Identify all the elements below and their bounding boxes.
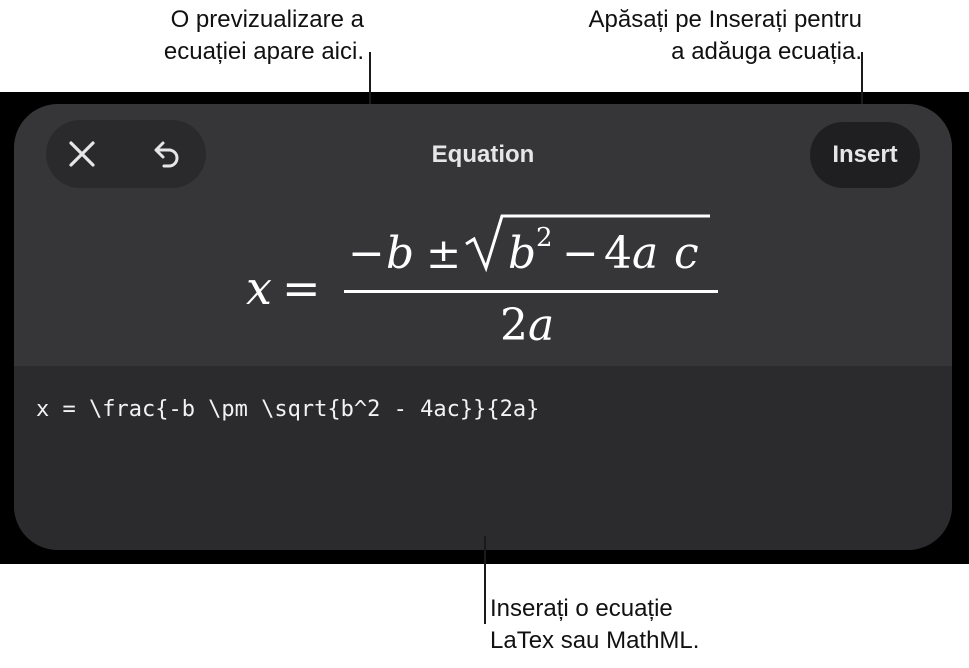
preview-num-c: c [674,228,699,279]
preview-fraction-bar [344,290,718,293]
equation-dialog: Equation Insert x = − b ± b 2 − 4 a c 2 … [14,104,952,550]
latex-input[interactable]: x = \frac{-b \pm \sqrt{b^2 - 4ac}}{2a} [36,394,539,426]
preview-den-coef: 2 [500,300,528,351]
preview-num-b: b [386,228,414,279]
preview-num-pm: ± [426,229,461,278]
callout-preview-line-1: O previzualizare a [170,6,364,33]
preview-exponent: 2 [536,223,553,253]
callout-preview-line-2: ecuației apare aici. [163,38,364,65]
equation-preview: x = − b ± b 2 − 4 a c 2 a [14,104,952,366]
callout-latex-line-2: LaTex sau MathML. [490,627,700,654]
leader-line-latex [484,536,486,624]
preview-num-a: a [632,228,658,279]
preview-radicand-b: b [508,228,536,279]
preview-lhs: x [246,261,272,315]
preview-den-a: a [528,300,554,351]
preview-equals: = [282,261,321,315]
preview-num-minus-2: − [562,228,599,279]
callout-insert-line-1: Apăsați pe Inserați pentru [588,6,862,33]
callout-insert-line-2: a adăuga ecuația. [671,38,862,65]
preview-num-coef: 4 [604,228,632,279]
callout-insert-note: Apăsați pe Inserați pentru a adăuga ecua… [470,4,862,68]
callout-latex-note: Inserați o ecuație LaTex sau MathML. [490,593,790,657]
callout-preview-note: O previzualizare a ecuației apare aici. [60,4,364,68]
equation-preview-area: Equation Insert x = − b ± b 2 − 4 a c 2 … [14,104,952,366]
callout-latex-line-1: Inserați o ecuație [490,595,673,622]
preview-num-minus: − [348,228,385,279]
